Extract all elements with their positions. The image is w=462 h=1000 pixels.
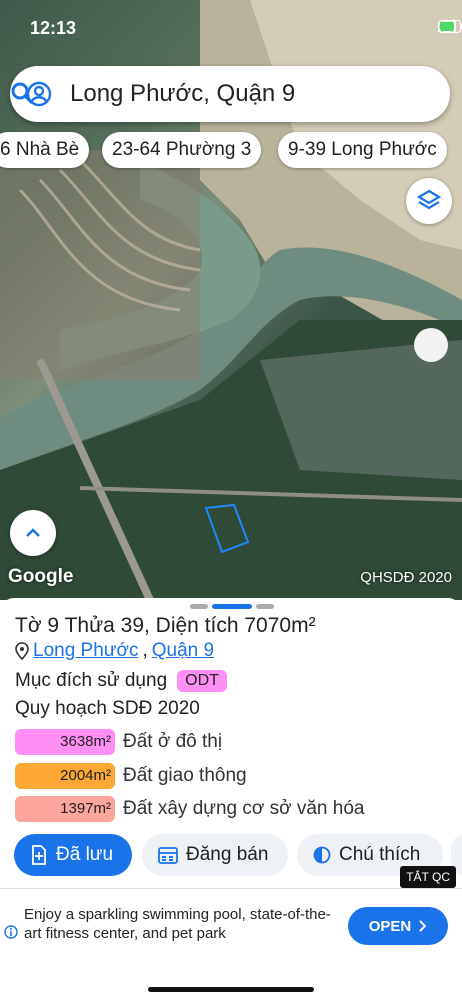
ad-banner[interactable]: Enjoy a sparkling swimming pool, state-o… (0, 888, 462, 959)
plan-area: 2004m² (15, 763, 115, 789)
satellite-map[interactable]: 12:13 Long Phước, Quận 9 6 Nhà Bè 23-64 … (0, 0, 462, 600)
ad-open-label: OPEN (368, 917, 412, 935)
plan-label: Đất ở đô thị (123, 731, 223, 752)
ward-link[interactable]: Long Phước (33, 640, 138, 662)
plan-row: 1397m² Đất xây dựng cơ sở văn hóa (15, 795, 364, 823)
plan-area: 3638m² (15, 729, 115, 755)
location-pin-icon (15, 642, 29, 660)
chip-2[interactable]: 23-64 Phường 3 (102, 132, 262, 168)
purpose-label: Mục đích sử dụng (15, 670, 168, 691)
ad-open-button[interactable]: OPEN (348, 907, 448, 945)
legend-label: Chú thích (339, 844, 421, 865)
home-indicator (148, 987, 314, 992)
chevron-right-icon (419, 920, 427, 932)
battery-icon (438, 20, 462, 33)
contrast-icon (313, 846, 331, 864)
location-separator: , (142, 640, 148, 661)
saved-button[interactable]: Đã lưu (14, 834, 132, 876)
status-time: 12:13 (30, 18, 77, 38)
purpose-badge: ODT (177, 670, 227, 692)
plan-area: 1397m² (15, 796, 115, 822)
plan-label: Đất giao thông (123, 765, 247, 786)
opacity-slider-handle[interactable] (414, 328, 448, 362)
parcel-info-sheet: Tờ 9 Thửa 39, Diện tích 7070m² Long Phướ… (0, 598, 462, 888)
location-chips: 6 Nhà Bè 23-64 Phường 3 9-39 Long Phước (0, 132, 462, 170)
plan-title: Quy hoạch SDĐ 2020 (15, 698, 200, 719)
district-link[interactable]: Quận 9 (152, 640, 214, 662)
action-buttons: Đã lưu Đăng bán Chú thích (0, 834, 462, 878)
sell-label: Đăng bán (186, 844, 269, 865)
bookmark-add-icon (32, 845, 46, 865)
chevron-up-icon (26, 528, 40, 537)
plan-label: Đất xây dựng cơ sở văn hóa (123, 798, 365, 819)
sell-button[interactable]: Đăng bán (142, 834, 288, 876)
parcel-title: Tờ 9 Thửa 39, Diện tích 7070m² (15, 614, 316, 637)
plan-row: 2004m² Đất giao thông (15, 762, 247, 790)
search-icon[interactable] (10, 81, 34, 105)
layers-icon (416, 189, 442, 210)
close-ad-button[interactable]: TẮT QC (400, 866, 456, 888)
calendar-icon (158, 847, 178, 864)
parcel-location: Long Phước, Quận 9 (15, 640, 214, 662)
layers-button[interactable] (406, 178, 452, 224)
plan-row: 3638m² Đất ở đô thị (15, 728, 222, 756)
saved-label: Đã lưu (56, 844, 114, 865)
search-bar[interactable]: Long Phước, Quận 9 (10, 66, 450, 122)
ad-text: Enjoy a sparkling swimming pool, state-o… (24, 906, 331, 942)
status-bar: 12:13 (0, 0, 462, 56)
chip-1[interactable]: 6 Nhà Bè (0, 132, 90, 168)
expand-up-button[interactable] (10, 510, 56, 556)
land-use-purpose: Mục đích sử dụng ODT (15, 670, 227, 692)
sheet-handle[interactable] (190, 604, 274, 609)
chip-3[interactable]: 9-39 Long Phước (278, 132, 447, 168)
map-layer-label: QHSDĐ 2020 (360, 569, 452, 586)
search-query[interactable]: Long Phước, Quận 9 (70, 80, 295, 108)
google-logo: Google (8, 566, 74, 587)
info-icon[interactable] (4, 925, 18, 939)
